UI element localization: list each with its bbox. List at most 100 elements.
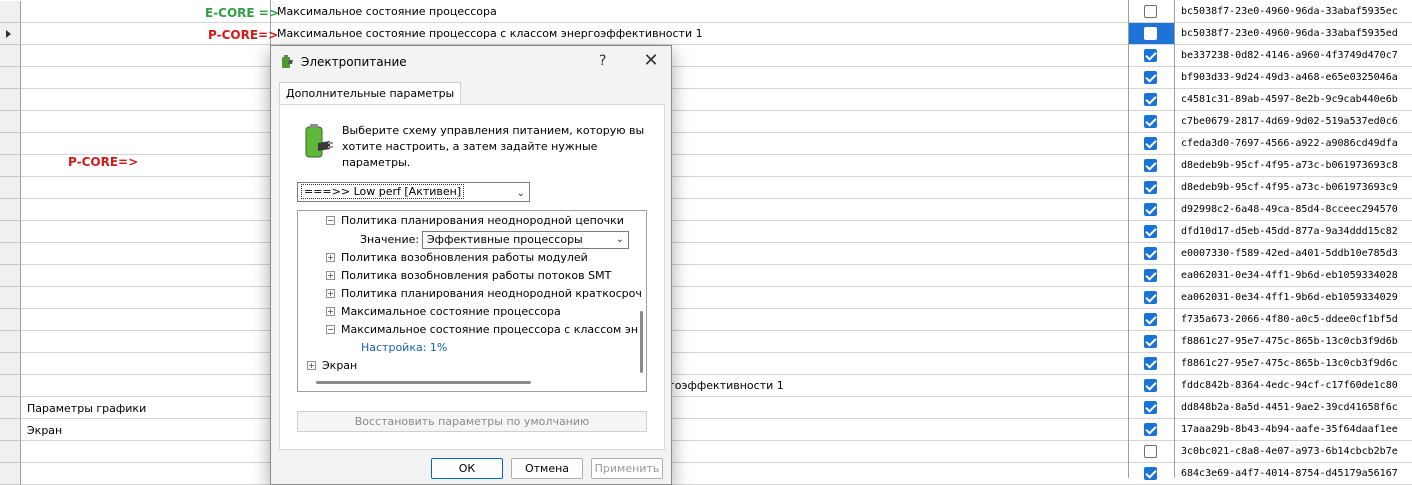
row-header[interactable]	[0, 45, 21, 67]
row-header[interactable]	[0, 1, 21, 23]
settings-tree[interactable]: − Политика планирования неоднородной цепо…	[297, 210, 647, 392]
ok-button[interactable]: ОК	[431, 458, 503, 479]
row-header[interactable]	[0, 89, 21, 111]
dialog-titlebar[interactable]: Электропитание ? ✕	[271, 46, 671, 78]
checked-checkbox[interactable]	[1144, 159, 1157, 172]
row-header[interactable]	[0, 463, 21, 485]
tree-node-smt-resume[interactable]: + Политика возобновления работы потоков S…	[326, 269, 611, 282]
checkbox-cell[interactable]	[1128, 331, 1174, 353]
checkbox-cell[interactable]	[1128, 221, 1174, 243]
checked-checkbox[interactable]	[1144, 401, 1157, 414]
guid-cell[interactable]: 684c3e69-a4f7-4014-8754-d45179a56167	[1181, 468, 1398, 479]
help-button[interactable]: ?	[599, 53, 606, 69]
row-header[interactable]	[0, 441, 21, 463]
tree-node-hetero-policy[interactable]: − Политика планирования неоднородной цепо…	[326, 214, 624, 227]
checked-checkbox[interactable]	[1144, 467, 1157, 480]
guid-cell[interactable]: d8edeb9b-95cf-4f95-a73c-b061973693c9	[1181, 182, 1398, 193]
expand-icon[interactable]: +	[326, 306, 335, 316]
close-icon[interactable]: ✕	[639, 50, 663, 71]
guid-cell[interactable]: f8861c27-95e7-475c-865b-13c0cb3f9d6b	[1181, 336, 1398, 347]
unchecked-checkbox[interactable]	[1144, 5, 1157, 18]
guid-cell[interactable]: c7be0679-2817-4d69-9d02-519a537ed0c6	[1181, 116, 1398, 127]
guid-cell[interactable]: dfd10d17-d5eb-45dd-877a-9a34ddd15c82	[1181, 226, 1398, 237]
setting-name[interactable]: Максимальное состояние процессора	[277, 5, 497, 18]
restore-defaults-button[interactable]: Восстановить параметры по умолчанию	[297, 411, 647, 432]
guid-cell[interactable]: bc5038f7-23e0-4960-96da-33abaf5935ec	[1181, 6, 1398, 17]
expand-icon[interactable]: +	[326, 270, 335, 280]
collapse-icon[interactable]: −	[326, 324, 335, 334]
checked-checkbox[interactable]	[1144, 137, 1157, 150]
tree-node-max-state-class[interactable]: − Максимальное состояние процессора с кла…	[326, 323, 638, 336]
apply-button[interactable]: Применить	[591, 458, 663, 479]
tree-node-screen[interactable]: + Экран	[307, 359, 357, 372]
checkbox-cell[interactable]	[1128, 353, 1174, 375]
checkbox-cell[interactable]	[1128, 287, 1174, 309]
row-header[interactable]	[0, 287, 21, 309]
tree-node-max-state[interactable]: + Максимальное состояние процессора	[326, 305, 561, 318]
checked-checkbox[interactable]	[1144, 225, 1157, 238]
checkbox-cell[interactable]	[1128, 441, 1174, 463]
guid-cell[interactable]: e0007330-f589-42ed-a401-5ddb10e785d3	[1181, 248, 1398, 259]
tree-horizontal-scrollbar[interactable]	[316, 381, 531, 384]
checked-checkbox[interactable]	[1144, 71, 1157, 84]
row-header[interactable]	[0, 397, 21, 419]
checked-checkbox[interactable]	[1144, 335, 1157, 348]
guid-cell[interactable]: bf903d33-9d24-49d3-a468-e65e0325046a	[1181, 72, 1398, 83]
guid-cell[interactable]: 17aaa29b-8b43-4b94-aafe-35f64daaf1ee	[1181, 424, 1398, 435]
row-header[interactable]	[0, 221, 21, 243]
expand-icon[interactable]: +	[326, 288, 335, 298]
value-dropdown[interactable]: Эффективные процессоры ⌄	[422, 231, 629, 249]
guid-cell[interactable]: cfeda3d0-7697-4566-a922-a9086cd49dfa	[1181, 138, 1398, 149]
checkbox-cell[interactable]	[1128, 309, 1174, 331]
row-header[interactable]	[0, 331, 21, 353]
tree-vertical-scrollbar[interactable]	[640, 311, 643, 373]
checked-checkbox[interactable]	[1144, 115, 1157, 128]
checkbox-cell[interactable]	[1128, 177, 1174, 199]
guid-cell[interactable]: f735a673-2066-4f80-a0c5-ddee0cf1bf5d	[1181, 314, 1398, 325]
category-screen[interactable]: Экран	[27, 424, 62, 437]
checked-checkbox[interactable]	[1144, 247, 1157, 260]
checkbox-cell[interactable]	[1128, 111, 1174, 133]
setting-name[interactable]: Максимальное состояние процессора с клас…	[277, 27, 703, 40]
checked-checkbox[interactable]	[1144, 423, 1157, 436]
tree-node-module-resume[interactable]: + Политика возобновления работы модулей	[326, 251, 588, 264]
cancel-button[interactable]: Отмена	[511, 458, 583, 479]
tab-advanced-settings[interactable]: Дополнительные параметры	[279, 82, 462, 105]
checkbox-cell[interactable]	[1128, 243, 1174, 265]
checked-checkbox[interactable]	[1144, 269, 1157, 282]
row-header[interactable]	[0, 243, 21, 265]
checked-checkbox[interactable]	[1144, 291, 1157, 304]
unchecked-checkbox[interactable]	[1144, 27, 1157, 40]
row-header[interactable]	[0, 133, 21, 155]
checkbox-cell[interactable]	[1128, 23, 1174, 45]
row-header[interactable]	[0, 419, 21, 441]
checkbox-cell[interactable]	[1128, 375, 1174, 397]
row-header[interactable]	[0, 375, 21, 397]
checked-checkbox[interactable]	[1144, 49, 1157, 62]
checked-checkbox[interactable]	[1144, 357, 1157, 370]
guid-cell[interactable]: dd848b2a-8a5d-4451-9ae2-39cd41658f6c	[1181, 402, 1398, 413]
checkbox-cell[interactable]	[1128, 1, 1174, 23]
collapse-icon[interactable]: −	[326, 215, 335, 225]
checkbox-cell[interactable]	[1128, 265, 1174, 287]
checkbox-cell[interactable]	[1128, 155, 1174, 177]
checkbox-cell[interactable]	[1128, 89, 1174, 111]
category-graphics[interactable]: Параметры графики	[27, 402, 146, 415]
checked-checkbox[interactable]	[1144, 313, 1157, 326]
row-header[interactable]	[0, 155, 21, 177]
setting-value-link[interactable]: Настройка: 1%	[361, 341, 447, 354]
checked-checkbox[interactable]	[1144, 181, 1157, 194]
power-scheme-dropdown[interactable]: ===>> Low perf [Активен] ⌄	[297, 182, 530, 202]
row-header[interactable]	[0, 309, 21, 331]
expand-icon[interactable]: +	[307, 360, 316, 370]
guid-cell[interactable]: f8861c27-95e7-475c-865b-13c0cb3f9d6c	[1181, 358, 1398, 369]
checkbox-cell[interactable]	[1128, 45, 1174, 67]
row-header[interactable]	[0, 177, 21, 199]
checkbox-cell[interactable]	[1128, 463, 1174, 485]
checkbox-cell[interactable]	[1128, 133, 1174, 155]
checked-checkbox[interactable]	[1144, 203, 1157, 216]
checkbox-cell[interactable]	[1128, 199, 1174, 221]
checked-checkbox[interactable]	[1144, 93, 1157, 106]
guid-cell[interactable]: be337238-0d82-4146-a960-4f3749d470c7	[1181, 50, 1398, 61]
tree-node-short-policy[interactable]: + Политика планирования неоднородной крат…	[326, 287, 642, 300]
